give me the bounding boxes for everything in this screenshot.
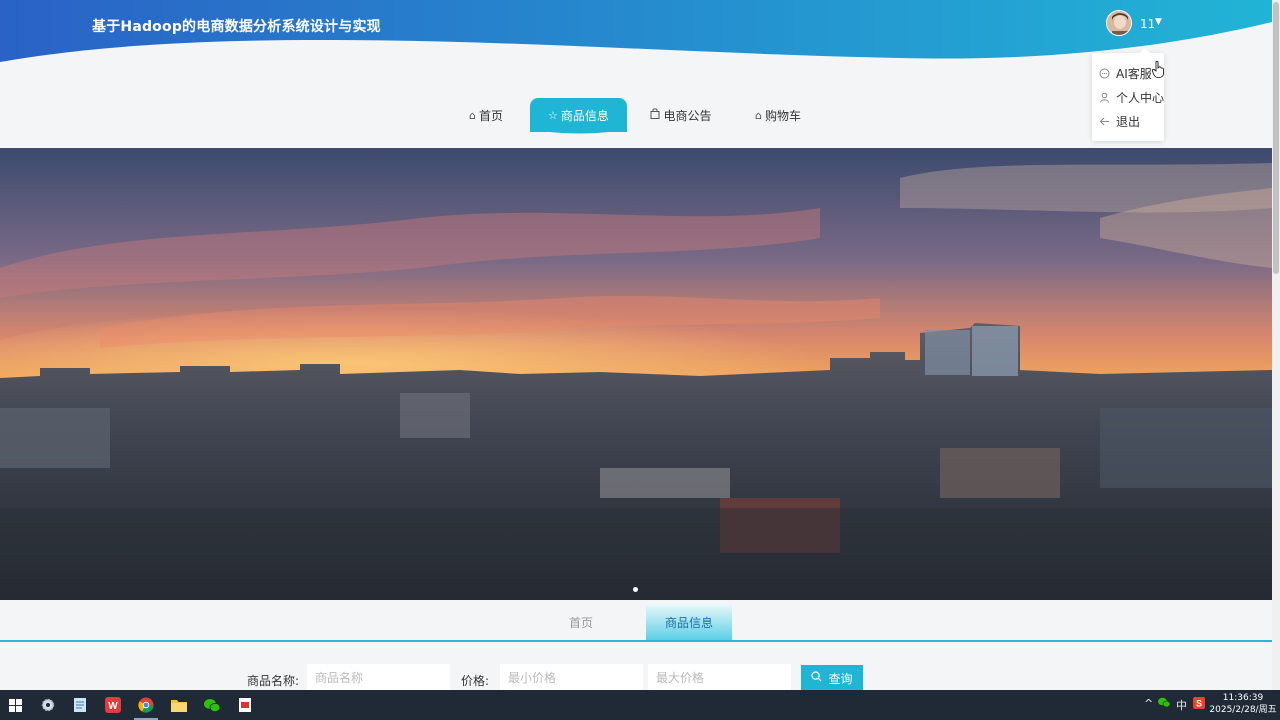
- notepad-icon[interactable]: [70, 695, 90, 715]
- search-icon: [811, 671, 822, 685]
- nav-item-home[interactable]: ⌂ 首页: [460, 98, 512, 132]
- scrollbar-thumb[interactable]: [1273, 2, 1279, 274]
- product-name-label: 商品名称:: [247, 674, 300, 688]
- windows-taskbar: W ^ 中 S: [0, 690, 1280, 720]
- query-button[interactable]: 查询: [801, 665, 863, 691]
- file-explorer-icon[interactable]: [169, 695, 189, 715]
- carousel-dot[interactable]: [633, 587, 638, 592]
- banner-image: [0, 148, 1272, 600]
- max-price-input[interactable]: 最大价格: [648, 664, 791, 692]
- bag-icon: [650, 108, 660, 122]
- breadcrumb-home[interactable]: 首页: [540, 604, 622, 640]
- svg-text:W: W: [108, 701, 118, 712]
- star-icon: ☆: [548, 108, 558, 122]
- menu-item-ai-service[interactable]: AI客服: [1098, 64, 1152, 82]
- search-form: 商品名称: 商品名称 价格: 最小价格 最大价格 查询: [0, 664, 1272, 692]
- caret-down-icon[interactable]: ▼: [1155, 17, 1162, 27]
- svg-text:S: S: [1196, 699, 1202, 709]
- chat-icon: [1098, 67, 1110, 79]
- nav-item-announcements[interactable]: 电商公告: [645, 98, 717, 132]
- input-language-indicator[interactable]: 中: [1176, 697, 1187, 713]
- wps-office-icon[interactable]: W: [103, 695, 123, 715]
- product-name-input[interactable]: 商品名称: [307, 664, 450, 692]
- site-title: 基于Hadoop的电商数据分析系统设计与实现: [92, 19, 381, 35]
- nav-item-label: 购物车: [764, 108, 801, 123]
- breadcrumb-current[interactable]: 商品信息: [646, 604, 732, 640]
- breadcrumb-divider: [0, 640, 1272, 642]
- chrome-browser-icon[interactable]: [136, 695, 156, 715]
- wechat-icon[interactable]: [202, 695, 222, 715]
- taskbar-clock[interactable]: 11:36:39 2025/2/28/周五: [1208, 692, 1278, 716]
- min-price-input[interactable]: 最小价格: [500, 664, 643, 692]
- header-bar: 基于Hadoop的电商数据分析系统设计与实现 11 ▼: [0, 0, 1272, 70]
- banner-carousel[interactable]: [0, 148, 1272, 600]
- nav-active-wave: [530, 126, 627, 134]
- nav-item-label: 电商公告: [663, 108, 712, 123]
- sogou-ime-icon[interactable]: S: [1193, 697, 1205, 712]
- price-label: 价格:: [461, 674, 490, 688]
- clock-date: 2025/2/28/周五: [1209, 705, 1277, 715]
- windows-start-icon[interactable]: [5, 695, 25, 715]
- nav-item-label: 商品信息: [560, 108, 609, 123]
- tray-expand-icon[interactable]: ^: [1144, 697, 1153, 710]
- tray-wechat-icon[interactable]: [1158, 697, 1171, 711]
- clock-time: 11:36:39: [1222, 693, 1264, 703]
- query-button-label: 查询: [828, 671, 853, 686]
- user-avatar[interactable]: [1106, 10, 1132, 36]
- menu-item-label: AI客服: [1116, 66, 1152, 81]
- home-icon: ⌂: [469, 108, 476, 122]
- main-nav: ⌂ 首页 ☆ 商品信息 电商公告 ⌂ 购物车: [0, 98, 1272, 138]
- home-icon: ⌂: [755, 108, 762, 122]
- nav-item-label: 首页: [478, 108, 503, 123]
- mouse-cursor-icon: [1151, 60, 1164, 81]
- settings-gear-icon[interactable]: [38, 695, 58, 715]
- user-name[interactable]: 11: [1140, 17, 1155, 31]
- document-app-icon[interactable]: [235, 695, 255, 715]
- nav-item-cart[interactable]: ⌂ 购物车: [745, 98, 811, 132]
